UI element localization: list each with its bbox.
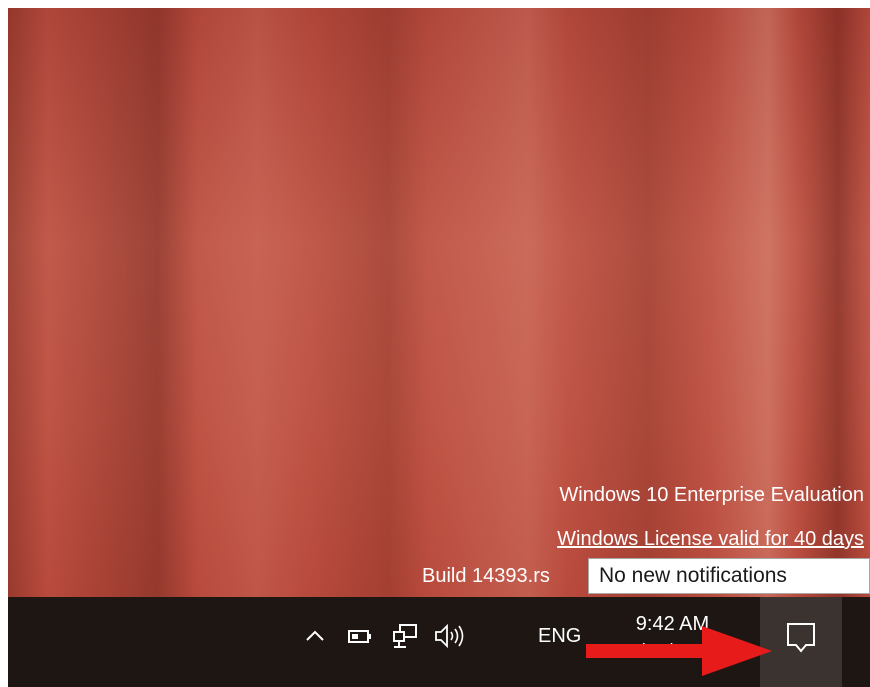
desktop-background: Windows 10 Enterprise Evaluation Windows… [8,8,870,597]
volume-icon[interactable] [432,621,474,651]
show-hidden-icons-chevron-icon[interactable] [300,621,330,651]
watermark-license: Windows License valid for 40 days [557,528,864,550]
network-icon[interactable] [390,621,420,651]
watermark-build: Build 14393.rs [422,565,550,587]
notification-tooltip: No new notifications [588,558,870,594]
annotation-arrow-icon [586,626,772,676]
battery-icon[interactable] [345,621,375,651]
input-language-indicator[interactable]: ENG [538,621,581,651]
watermark-edition: Windows 10 Enterprise Evaluation [559,484,864,506]
screenshot-frame: Windows 10 Enterprise Evaluation Windows… [8,8,870,687]
